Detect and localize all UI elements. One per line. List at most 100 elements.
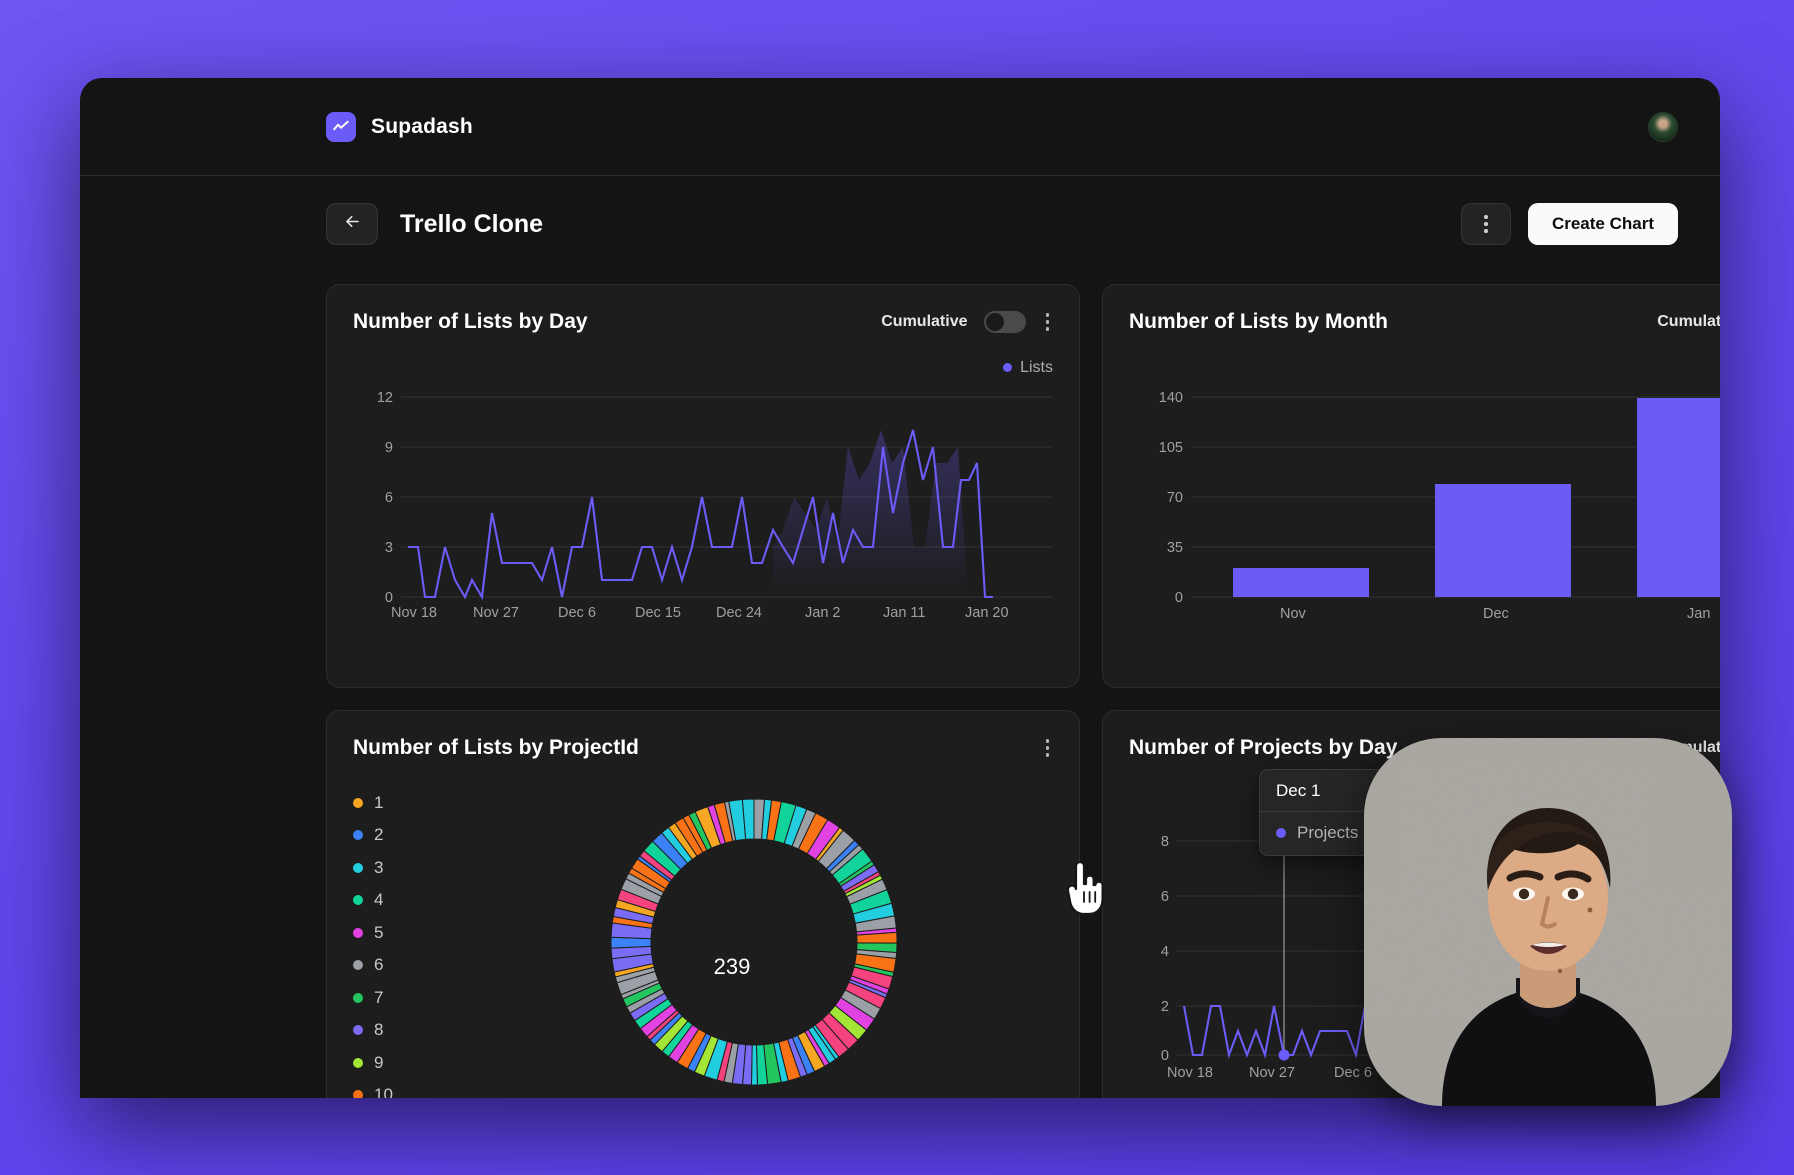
svg-text:3: 3 [385,540,393,556]
list-item[interactable]: 9 [353,1053,445,1073]
card-header: Number of Lists by Day Cumulative [353,309,1053,335]
brand-name: Supadash [371,114,473,138]
svg-text:Jan 20: Jan 20 [965,605,1009,621]
mouse-cursor-pointing-hand [1062,860,1108,916]
svg-text:4: 4 [1161,944,1169,960]
legend-label: 6 [374,955,384,974]
card-header: Number of Lists by Month Cumulative [1129,309,1720,335]
card-title: Number of Lists by ProjectId [353,735,639,759]
legend-label: 10 [374,1085,393,1098]
x-axis-ticks: Nov Dec Jan [1280,606,1710,621]
card-controls: Cumulative [881,309,1053,335]
svg-text:Nov: Nov [1280,606,1307,621]
bar-plot-lists-by-month[interactable]: 140 105 70 35 0 Nov Dec Jan [1129,385,1720,621]
card-controls: Cumulative [1657,309,1720,335]
card-title: Number of Projects by Day [1129,735,1398,759]
list-item[interactable]: 1 [353,793,445,813]
top-bar: Supadash [80,78,1720,176]
bar-nov [1233,567,1369,597]
svg-text:0: 0 [1175,590,1183,606]
svg-text:70: 70 [1167,490,1183,506]
donut-chart[interactable] [455,787,1053,1099]
legend-label: 4 [374,890,384,909]
svg-text:2: 2 [1161,999,1169,1015]
cumulative-toggle[interactable] [983,310,1026,333]
svg-text:Dec 24: Dec 24 [716,605,762,621]
page-header: Trello Clone Create Chart [80,176,1720,272]
legend-dot [353,797,363,808]
y-axis-ticks: 12 9 6 3 0 [377,390,393,606]
create-chart-button[interactable]: Create Chart [1527,203,1678,245]
legend-label: 1 [374,792,384,812]
list-item[interactable]: 3 [353,858,445,878]
vertical-dots-icon[interactable] [1042,735,1054,761]
list-item[interactable]: 7 [353,988,445,1008]
legend-dot [353,1090,363,1098]
svg-text:6: 6 [1161,889,1169,905]
legend-dot [1003,363,1013,372]
chart-legend: Lists [353,359,1053,377]
line-chart-icon [326,111,356,142]
list-item[interactable]: 4 [353,890,445,910]
card-lists-by-day: Number of Lists by Day Cumulative Lists [326,284,1080,688]
list-item[interactable]: 5 [353,923,445,943]
highlighted-point [1278,1049,1290,1060]
svg-text:0: 0 [385,590,393,606]
y-axis-ticks: 8 6 4 2 0 [1161,834,1169,1064]
legend-dot [353,1057,363,1068]
x-axis-ticks: Nov 18 Nov 27 Dec 6 Dec 15 Dec 24 Jan 2 … [391,605,1009,621]
list-item[interactable]: 8 [353,1020,445,1040]
card-title: Number of Lists by Month [1129,309,1388,333]
legend-label: 5 [374,922,384,942]
list-item[interactable]: 2 [353,825,445,845]
svg-text:Dec 15: Dec 15 [635,605,681,621]
line-plot-lists-by-day[interactable]: 12 9 6 3 0 Nov 18 Nov 27 Dec 6 Dec 15 De… [353,385,1053,621]
legend-dot [353,960,363,970]
page-title: Trello Clone [400,209,544,238]
vertical-dots-icon[interactable] [1042,309,1054,335]
cumulative-label: Cumulative [881,312,968,330]
svg-text:Jan 11: Jan 11 [883,605,925,621]
svg-text:8: 8 [1161,834,1169,850]
svg-text:Jan: Jan [1687,606,1710,621]
legend-dot [353,927,363,938]
brand[interactable]: Supadash [326,111,473,142]
legend-dot [353,862,363,873]
chart-legend: Lists [1129,359,1720,377]
avatar[interactable] [1648,111,1678,142]
card-title: Number of Lists by Day [353,309,588,333]
svg-text:Dec 6: Dec 6 [558,605,596,621]
card-lists-by-projectid: Number of Lists by ProjectId 1 2 3 4 5 6… [326,710,1080,1098]
svg-text:Jan 2: Jan 2 [805,605,840,621]
legend-dot [353,830,363,840]
tooltip-series-dot [1276,827,1286,838]
svg-text:Nov 27: Nov 27 [473,605,519,621]
card-lists-by-month: Number of Lists by Month Cumulative List… [1102,284,1720,688]
bar-dec [1435,483,1571,597]
back-button[interactable] [326,203,378,245]
vertical-dots-icon [1484,215,1488,233]
legend-dot [353,1025,363,1035]
legend-label: 2 [374,825,384,844]
page-options-button[interactable] [1460,203,1511,245]
list-item[interactable]: 10 [353,1085,445,1098]
svg-text:Dec: Dec [1483,606,1509,621]
svg-text:0: 0 [1161,1048,1169,1064]
svg-text:9: 9 [385,440,393,456]
legend-label: 9 [374,1052,384,1072]
legend-dot [353,895,363,905]
list-item[interactable]: 6 [353,955,445,975]
svg-text:140: 140 [1159,390,1183,406]
header-left: Trello Clone [326,203,543,245]
pie-legend: 1 2 3 4 5 6 7 8 9 10 11 12 [353,787,445,1098]
arrow-left-icon [343,212,362,237]
svg-text:Nov 18: Nov 18 [391,605,437,621]
card-header: Number of Lists by ProjectId [353,735,1053,761]
svg-text:Nov 18: Nov 18 [1167,1065,1213,1081]
header-right: Create Chart [1460,203,1678,245]
legend-label: 8 [374,1020,384,1039]
bar-jan [1637,397,1720,597]
webcam-overlay [1364,738,1732,1106]
donut-body: 1 2 3 4 5 6 7 8 9 10 11 12 [353,787,1053,1099]
donut-slice[interactable] [610,936,652,949]
